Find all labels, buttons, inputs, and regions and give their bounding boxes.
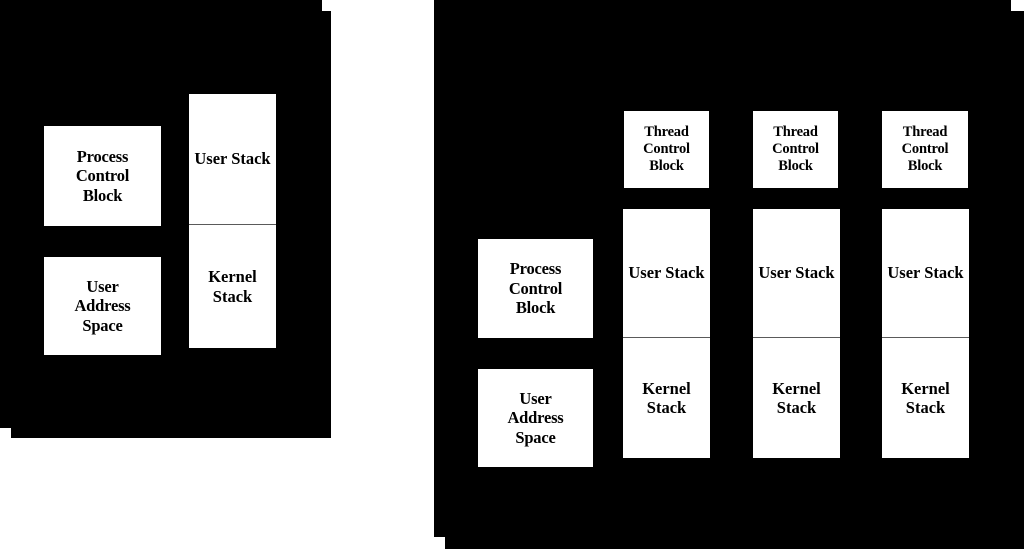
kernel-stack-line-1: Kernel <box>772 378 821 398</box>
tcb-line-2: Control <box>901 140 949 157</box>
kernel-stack-line-1: Kernel <box>901 378 950 398</box>
user-stack-line-2: Stack <box>231 149 271 169</box>
pcb-line-3: Block <box>82 185 123 205</box>
kernel-stack-3: Kernel Stack <box>882 338 969 458</box>
kernel-stack-line-2: Stack <box>212 286 253 306</box>
thread-stack-column-3: User Stack Kernel Stack <box>882 209 969 458</box>
tcb-line-2: Control <box>643 140 690 157</box>
kernel-stack-line-2: Stack <box>905 398 946 417</box>
tcb-line-1: Thread <box>773 123 818 140</box>
user-stack-line-1: User <box>758 263 792 283</box>
uas-line-2: Address <box>507 408 564 428</box>
user-stack-line-2: Stack <box>924 263 964 283</box>
tcb-line-3: Block <box>649 158 684 175</box>
right-process-control-block: Process Control Block <box>478 239 593 338</box>
thread-stack-column-2: User Stack Kernel Stack <box>753 209 840 458</box>
thread-control-block-3: Thread Control Block <box>882 111 968 188</box>
left-process-control-block: Process Control Block <box>44 126 161 226</box>
user-stack-line-1: User <box>628 263 662 283</box>
user-stack-2: User Stack <box>753 209 840 337</box>
tcb-line-1: Thread <box>644 123 689 140</box>
tcb-line-3: Block <box>907 158 943 175</box>
kernel-stack-line-1: Kernel <box>208 267 257 287</box>
uas-line-3: Space <box>515 427 556 447</box>
pcb-line-2: Control <box>508 278 563 298</box>
user-stack-3: User Stack <box>882 209 969 337</box>
pcb-line-2: Control <box>75 166 130 186</box>
kernel-stack-2: Kernel Stack <box>753 338 840 458</box>
pcb-line-3: Block <box>515 298 556 318</box>
uas-line-1: User <box>519 388 552 408</box>
uas-line-1: User <box>86 276 119 296</box>
uas-line-2: Address <box>74 296 131 316</box>
user-stack-line-1: User <box>194 149 228 169</box>
user-stack-line-2: Stack <box>665 263 705 283</box>
figure-canvas: Process Control Block User Address Space… <box>0 0 1024 549</box>
kernel-stack-1: Kernel Stack <box>623 338 710 458</box>
panel-body-left-foot <box>11 428 331 438</box>
thread-control-block-1: Thread Control Block <box>624 111 709 188</box>
user-stack-1: User Stack <box>623 209 710 337</box>
right-user-address-space: User Address Space <box>478 369 593 467</box>
user-stack-line-2: Stack <box>795 263 835 283</box>
user-stack-line-1: User <box>887 263 921 283</box>
kernel-stack-line-2: Stack <box>646 398 687 417</box>
left-user-stack: User Stack <box>189 94 276 224</box>
left-stack-column: User Stack Kernel Stack <box>189 94 276 348</box>
panel-body-right-cap <box>434 0 1011 11</box>
pcb-line-1: Process <box>509 259 562 279</box>
pcb-line-1: Process <box>76 146 129 166</box>
tcb-line-3: Block <box>778 158 813 175</box>
thread-control-block-2: Thread Control Block <box>753 111 838 188</box>
tcb-line-2: Control <box>772 140 819 157</box>
kernel-stack-line-2: Stack <box>776 398 817 417</box>
tcb-line-1: Thread <box>902 123 948 140</box>
left-user-address-space: User Address Space <box>44 257 161 355</box>
left-kernel-stack: Kernel Stack <box>189 225 276 348</box>
kernel-stack-line-1: Kernel <box>642 378 691 398</box>
panel-body-right-foot <box>445 537 1024 549</box>
panel-body-left <box>0 0 322 11</box>
uas-line-3: Space <box>82 315 123 335</box>
thread-stack-column-1: User Stack Kernel Stack <box>623 209 710 458</box>
